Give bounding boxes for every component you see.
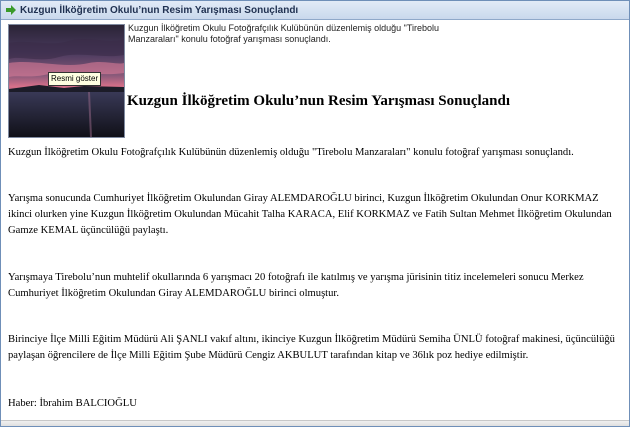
article-paragraph: Kuzgun İlköğretim Okulu Fotoğrafçılık Ku… bbox=[8, 147, 574, 158]
window-title: Kuzgun İlköğretim Okulu’nun Resim Yarışm… bbox=[20, 4, 299, 16]
article-paragraph: Yarışma sonucunda Cumhuriyet İlköğretim … bbox=[8, 193, 612, 236]
green-right-arrow-icon bbox=[6, 5, 16, 15]
article-paragraph: Birinciye İlçe Milli Eğitim Müdürü Ali Ş… bbox=[8, 334, 615, 361]
news-window: Kuzgun İlköğretim Okulu’nun Resim Yarışm… bbox=[0, 0, 630, 427]
article-heading: Kuzgun İlköğretim Okulu’nun Resim Yarışm… bbox=[127, 93, 511, 109]
title-bar: Kuzgun İlköğretim Okulu’nun Resim Yarışm… bbox=[1, 1, 629, 20]
article-paragraph: Yarışmaya Tirebolu’nun muhtelif okulları… bbox=[8, 272, 584, 299]
article-byline: Haber: İbrahim BALCIOĞLU bbox=[8, 398, 137, 409]
show-image-tooltip: Resmi göster bbox=[48, 72, 102, 86]
horizontal-scrollbar[interactable] bbox=[1, 420, 629, 426]
news-summary: Kuzgun İlköğretim Okulu Fotoğrafçılık Ku… bbox=[128, 23, 440, 44]
